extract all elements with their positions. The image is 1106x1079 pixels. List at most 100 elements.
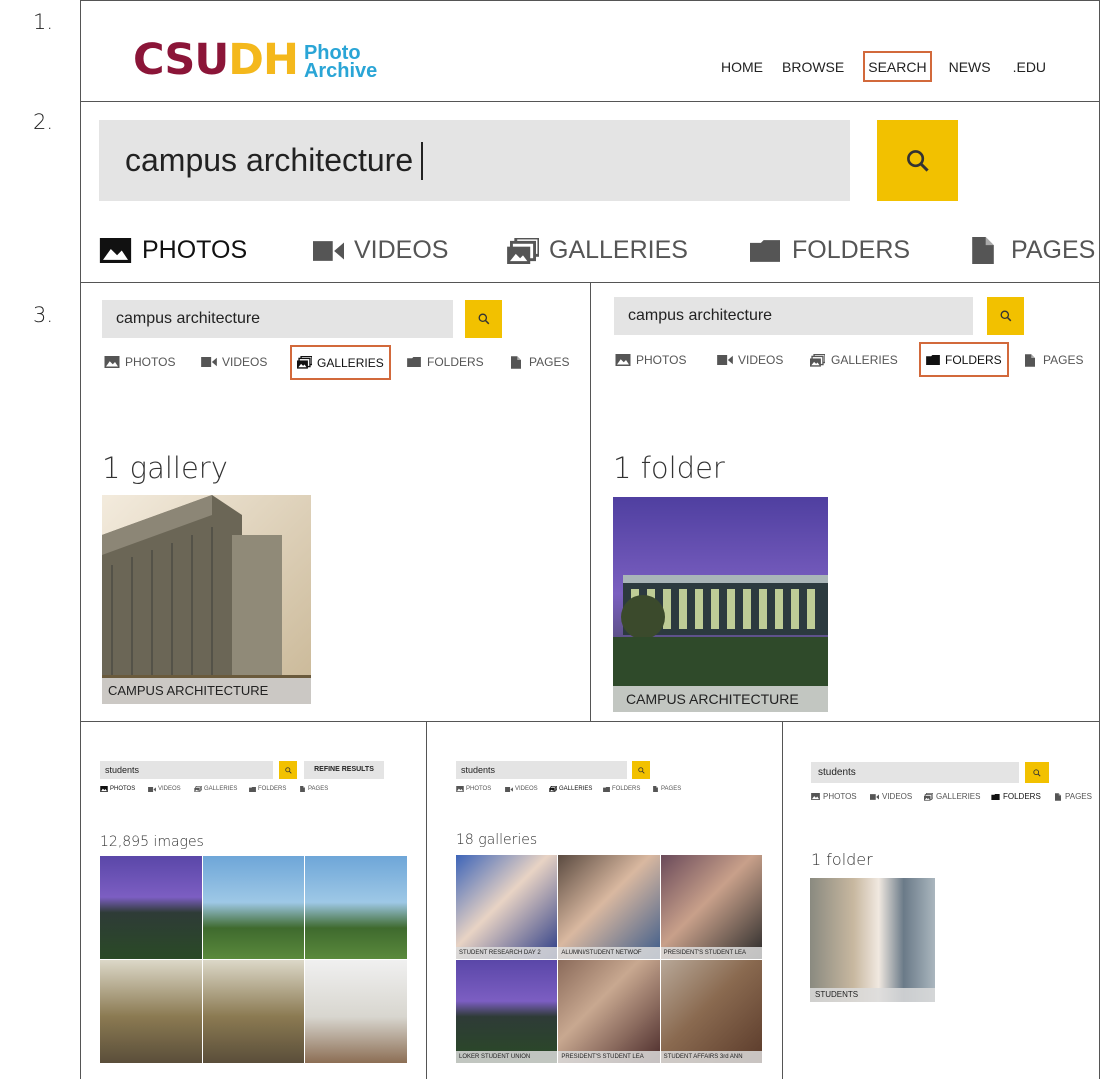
tab-folders[interactable]: FOLDERS: [249, 786, 286, 792]
search-input[interactable]: campus architecture: [614, 297, 973, 335]
tab-pages[interactable]: PAGES: [1025, 353, 1083, 367]
photo-thumbnail[interactable]: [202, 856, 305, 959]
folder-card[interactable]: CAMPUS ARCHITECTURE: [613, 497, 828, 712]
tab-videos[interactable]: VIDEOS: [870, 792, 912, 801]
tab-folders[interactable]: FOLDERS: [407, 355, 484, 369]
tab-videos-label: VIDEOS: [222, 355, 268, 369]
search-input[interactable]: students: [100, 761, 273, 779]
search-button[interactable]: [279, 761, 297, 779]
tab-photos-label: PHOTOS: [823, 792, 857, 801]
tab-folders[interactable]: FOLDERS: [603, 786, 640, 792]
tab-photos[interactable]: PHOTOS: [99, 236, 247, 265]
photo-thumbnail[interactable]: [305, 960, 407, 1063]
search-icon: [1000, 310, 1012, 322]
folder-card[interactable]: STUDENTS: [810, 878, 935, 1002]
tab-pages[interactable]: PAGES: [972, 236, 1095, 265]
tab-photos[interactable]: PHOTOS: [811, 792, 857, 801]
gallery-thumbnail[interactable]: LOKER STUDENT UNION: [456, 959, 558, 1063]
photo-thumbnail[interactable]: [100, 960, 202, 1063]
card-caption: CAMPUS ARCHITECTURE: [102, 678, 311, 704]
search-icon: [1033, 769, 1041, 777]
search-button[interactable]: [1025, 762, 1049, 783]
tab-folders-label: FOLDERS: [945, 352, 1002, 367]
tab-pages[interactable]: PAGES: [511, 355, 569, 369]
tab-folders[interactable]: FOLDERS: [919, 342, 1009, 377]
tab-folders[interactable]: FOLDERS: [750, 236, 910, 265]
photo-icon: [100, 786, 108, 792]
tab-galleries[interactable]: GALLERIES: [549, 786, 592, 792]
tab-galleries[interactable]: GALLERIES: [810, 353, 898, 367]
gallery-caption: PRESIDENT'S STUDENT LEA: [660, 946, 762, 959]
search-input[interactable]: campus architecture: [99, 120, 850, 201]
gallery-card[interactable]: CAMPUS ARCHITECTURE: [102, 495, 311, 704]
gallery-caption: STUDENT AFFAIRS 3rd ANN: [660, 1051, 762, 1063]
gallery-thumbnail[interactable]: STUDENT RESEARCH DAY 2: [456, 855, 558, 959]
result-count: 12,895 images: [100, 834, 204, 850]
video-icon: [505, 787, 513, 792]
tab-pages-label: PAGES: [1043, 353, 1084, 367]
tab-galleries[interactable]: GALLERIES: [507, 236, 688, 265]
page-icon: [653, 786, 658, 792]
photo-thumbnail[interactable]: [305, 856, 407, 959]
tab-pages[interactable]: PAGES: [1055, 792, 1092, 801]
tab-videos[interactable]: VIDEOS: [313, 236, 448, 265]
tab-galleries[interactable]: GALLERIES: [290, 345, 391, 380]
gallery-thumbnail[interactable]: STUDENT AFFAIRS 3rd ANN: [660, 959, 762, 1063]
tab-galleries-label: GALLERIES: [204, 786, 238, 792]
nav-home[interactable]: HOME: [721, 59, 763, 82]
nav-news[interactable]: NEWS: [949, 59, 991, 82]
tab-videos[interactable]: VIDEOS: [148, 786, 181, 792]
gallery-thumbnail[interactable]: ALUMNI/STUDENT NETWOF: [558, 855, 660, 959]
logo[interactable]: CSUDH Photo Archive: [133, 39, 377, 82]
tab-galleries-label: GALLERIES: [831, 353, 898, 367]
search-input[interactable]: students: [456, 761, 627, 779]
folder-icon: [926, 355, 940, 365]
galleries-result-panel-small: students PHOTOS VIDEOS GALLERIES FOLDERS…: [427, 722, 782, 1079]
gallery-icon: [924, 793, 933, 801]
tab-photos[interactable]: PHOTOS: [615, 353, 686, 367]
nav-search[interactable]: SEARCH: [863, 51, 932, 82]
search-button[interactable]: [465, 300, 502, 338]
photo-thumbnail[interactable]: [202, 960, 305, 1063]
gallery-icon: [549, 786, 557, 792]
gallery-thumbnail[interactable]: PRESIDENT'S STUDENT LEA: [558, 959, 660, 1063]
campus-night-image: [613, 497, 828, 712]
search-button[interactable]: [877, 120, 958, 201]
gallery-caption: ALUMNI/STUDENT NETWOF: [558, 946, 660, 959]
tab-videos[interactable]: VIDEOS: [505, 786, 538, 792]
step-number-2: 2.: [33, 110, 54, 134]
photo-icon: [99, 238, 132, 263]
tab-galleries[interactable]: GALLERIES: [194, 786, 237, 792]
nav-edu[interactable]: .EDU: [1013, 59, 1046, 82]
result-count: 18 galleries: [456, 832, 538, 848]
tab-folders[interactable]: FOLDERS: [991, 792, 1041, 801]
tab-photos[interactable]: PHOTOS: [104, 355, 175, 369]
folder-icon: [249, 787, 256, 792]
result-count: 1 folder: [811, 850, 873, 869]
page-icon: [1055, 793, 1061, 801]
nav-browse[interactable]: BROWSE: [782, 59, 844, 82]
search-button[interactable]: [632, 761, 650, 779]
tab-pages[interactable]: PAGES: [653, 786, 681, 792]
tab-galleries[interactable]: GALLERIES: [924, 792, 980, 801]
search-button[interactable]: [987, 297, 1024, 335]
tab-videos-label: VIDEOS: [158, 786, 181, 792]
search-input[interactable]: students: [811, 762, 1019, 783]
tab-photos-label: PHOTOS: [110, 786, 136, 792]
tab-photos[interactable]: PHOTOS: [100, 786, 135, 792]
search-icon: [285, 767, 292, 774]
search-input[interactable]: campus architecture: [102, 300, 453, 338]
page-icon: [972, 237, 994, 264]
tab-photos[interactable]: PHOTOS: [456, 786, 491, 792]
tab-videos[interactable]: VIDEOS: [717, 353, 783, 367]
gallery-thumbnail[interactable]: PRESIDENT'S STUDENT LEA: [660, 855, 762, 959]
refine-results-button[interactable]: REFINE RESULTS: [304, 761, 384, 779]
gallery-caption: LOKER STUDENT UNION: [456, 1051, 558, 1063]
tab-photos-label: PHOTOS: [125, 355, 176, 369]
tab-videos[interactable]: VIDEOS: [201, 355, 267, 369]
tab-pages[interactable]: PAGES: [300, 786, 328, 792]
page-icon: [300, 786, 305, 792]
photo-thumbnail[interactable]: [100, 856, 202, 959]
building-image: [102, 495, 311, 704]
search-query: campus architecture: [125, 142, 414, 178]
